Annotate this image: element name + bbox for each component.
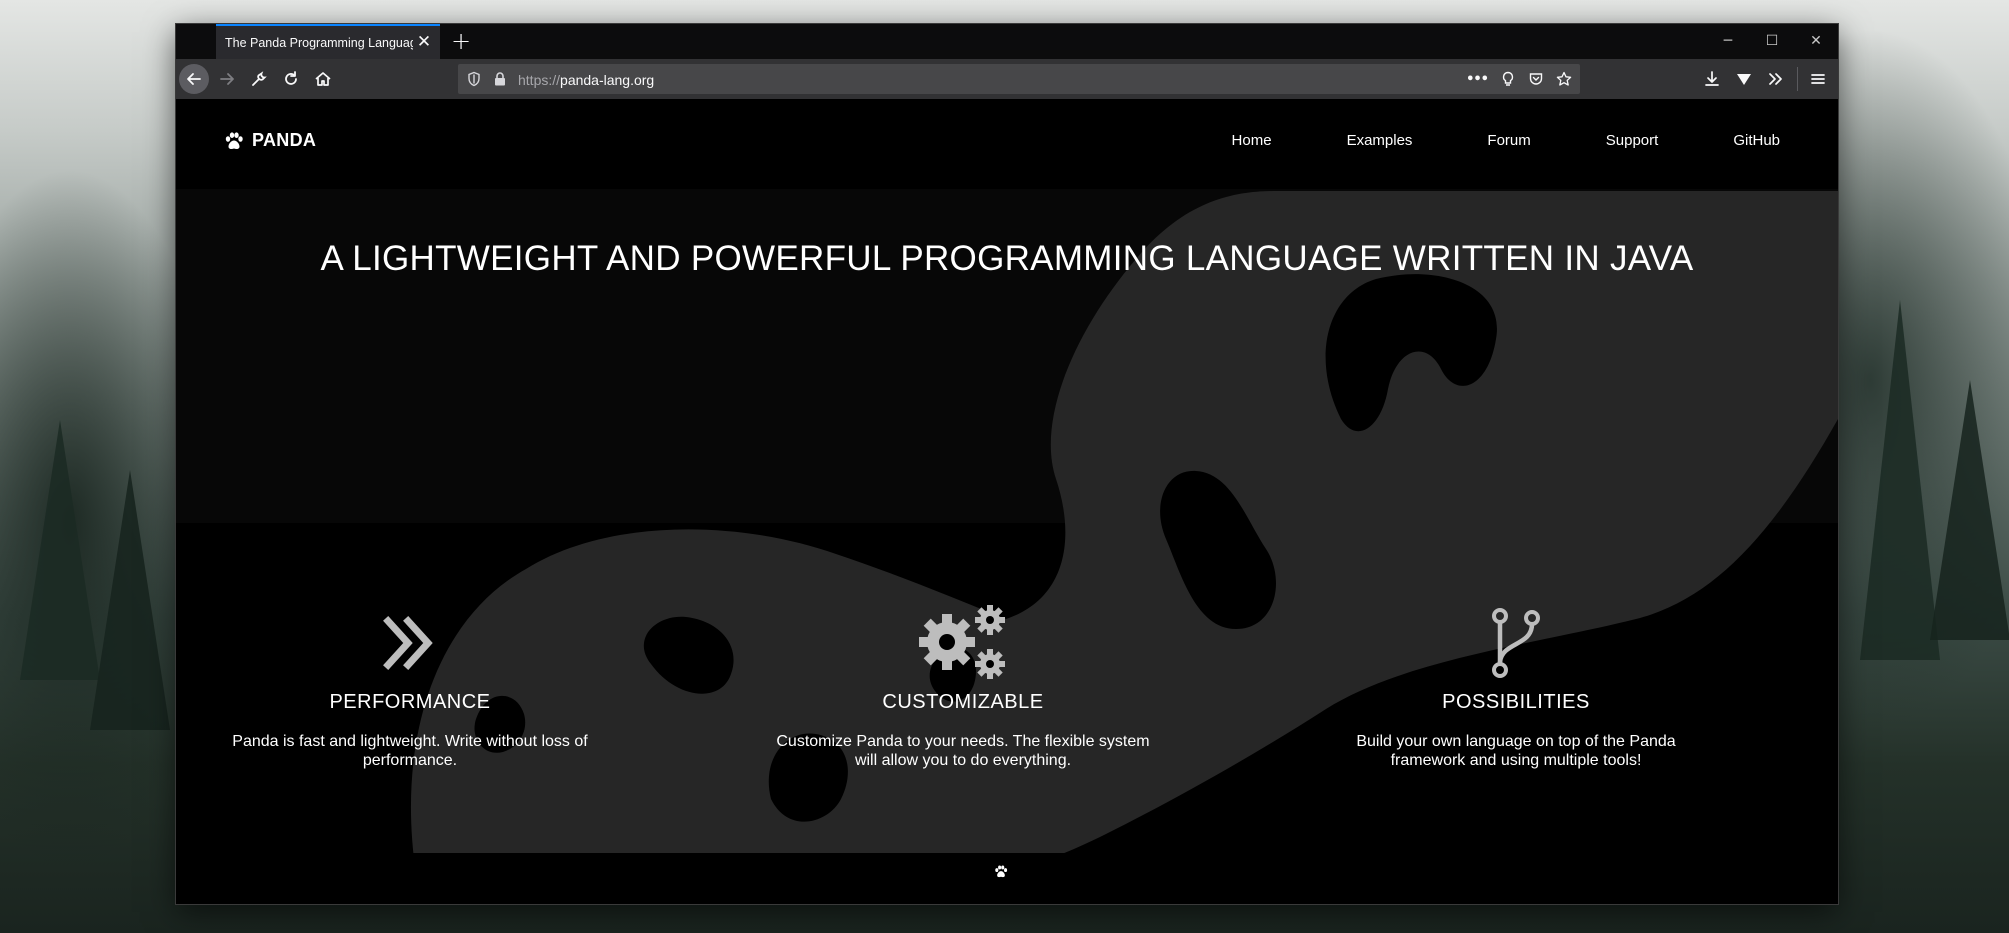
hamburger-menu-icon <box>1811 74 1825 84</box>
feature-possibilities: POSSIBILITIES Build your own language on… <box>1296 523 1736 770</box>
feature-icon-wrap <box>1296 603 1736 683</box>
tab-title: The Panda Programming Language <box>225 35 413 50</box>
feature-performance: PERFORMANCE Panda is fast and lightweigh… <box>190 523 630 770</box>
toolbar-separator <box>1797 67 1798 91</box>
maximize-button[interactable]: ☐ <box>1750 24 1794 59</box>
feature-icon-wrap <box>190 603 630 683</box>
nav-link-forum[interactable]: Forum <box>1487 132 1530 149</box>
double-chevron-right-icon <box>383 616 433 670</box>
wrench-icon <box>252 71 267 86</box>
extension-button[interactable] <box>1729 64 1759 94</box>
tree-silhouette <box>20 420 100 680</box>
pocket-icon[interactable] <box>1528 71 1544 87</box>
nav-link-examples[interactable]: Examples <box>1347 132 1413 149</box>
shield-icon[interactable] <box>466 71 482 87</box>
back-button[interactable] <box>179 64 209 94</box>
tree-silhouette <box>1930 380 2009 640</box>
feature-icon-wrap <box>743 603 1183 683</box>
url-scheme: https:// <box>518 71 561 88</box>
extension-triangle-icon <box>1737 74 1751 85</box>
features-section: PERFORMANCE Panda is fast and lightweigh… <box>176 523 1838 853</box>
site-header: PANDA Home Examples Forum Support GitHub <box>176 99 1838 189</box>
feature-title: POSSIBILITIES <box>1442 691 1590 713</box>
nav-link-home[interactable]: Home <box>1232 132 1272 149</box>
reload-button[interactable] <box>276 64 306 94</box>
gears-icon <box>919 605 1005 679</box>
feature-customizable: CUSTOMIZABLE Customize Panda to your nee… <box>743 523 1183 770</box>
nav-link-support[interactable]: Support <box>1606 132 1659 149</box>
home-icon <box>315 72 331 86</box>
url-host: panda-lang.org <box>560 71 655 88</box>
forward-arrow-icon <box>220 73 234 85</box>
hero-title: A LIGHTWEIGHT AND POWERFUL PROGRAMMING L… <box>320 239 1694 278</box>
minimize-button[interactable]: ─ <box>1706 24 1750 59</box>
browser-window: The Panda Programming Language ✕ + ─ ☐ ✕ <box>176 24 1838 904</box>
feature-title: PERFORMANCE <box>329 691 491 713</box>
branch-icon <box>1492 608 1540 678</box>
tree-silhouette <box>90 470 170 730</box>
main-nav: Home Examples Forum Support GitHub <box>1157 132 1780 149</box>
tree-silhouette <box>1860 300 1940 660</box>
lightbulb-icon[interactable] <box>1500 71 1516 87</box>
double-chevron-icon <box>1769 73 1782 85</box>
paw-icon <box>225 131 243 149</box>
feature-description: Build your own language on top of the Pa… <box>1356 733 1676 769</box>
overflow-menu-button[interactable] <box>1761 64 1791 94</box>
web-page: PANDA Home Examples Forum Support GitHub… <box>176 99 1838 904</box>
forward-button[interactable] <box>212 64 242 94</box>
feature-description: Panda is fast and lightweight. Write wit… <box>232 733 588 769</box>
close-tab-icon[interactable]: ✕ <box>414 32 434 52</box>
browser-tab[interactable]: The Panda Programming Language ✕ <box>216 24 440 59</box>
home-button[interactable] <box>308 64 338 94</box>
download-icon <box>1705 71 1719 86</box>
tab-bar: The Panda Programming Language ✕ + ─ ☐ ✕ <box>176 24 1838 59</box>
address-bar[interactable]: https://panda-lang.org ••• <box>458 64 1580 94</box>
downloads-button[interactable] <box>1697 64 1727 94</box>
close-window-button[interactable]: ✕ <box>1794 24 1838 59</box>
feature-description: Customize Panda to your needs. The flexi… <box>776 733 1150 769</box>
site-footer <box>176 853 1838 904</box>
new-tab-button[interactable]: + <box>446 26 476 56</box>
site-logo[interactable]: PANDA <box>224 130 316 151</box>
logo-text: PANDA <box>252 130 317 150</box>
page-actions-icon[interactable]: ••• <box>1466 72 1489 87</box>
app-menu-button[interactable] <box>1803 64 1833 94</box>
customize-button[interactable] <box>244 64 274 94</box>
navigation-toolbar: https://panda-lang.org ••• <box>176 59 1838 99</box>
paw-icon <box>995 865 1008 878</box>
reload-icon <box>285 71 297 85</box>
back-arrow-icon <box>187 73 201 85</box>
url-text[interactable]: https://panda-lang.org <box>518 70 654 89</box>
feature-title: CUSTOMIZABLE <box>882 691 1044 713</box>
nav-link-github[interactable]: GitHub <box>1733 132 1780 149</box>
lock-icon[interactable] <box>492 71 508 87</box>
bookmark-star-icon[interactable] <box>1556 71 1572 87</box>
